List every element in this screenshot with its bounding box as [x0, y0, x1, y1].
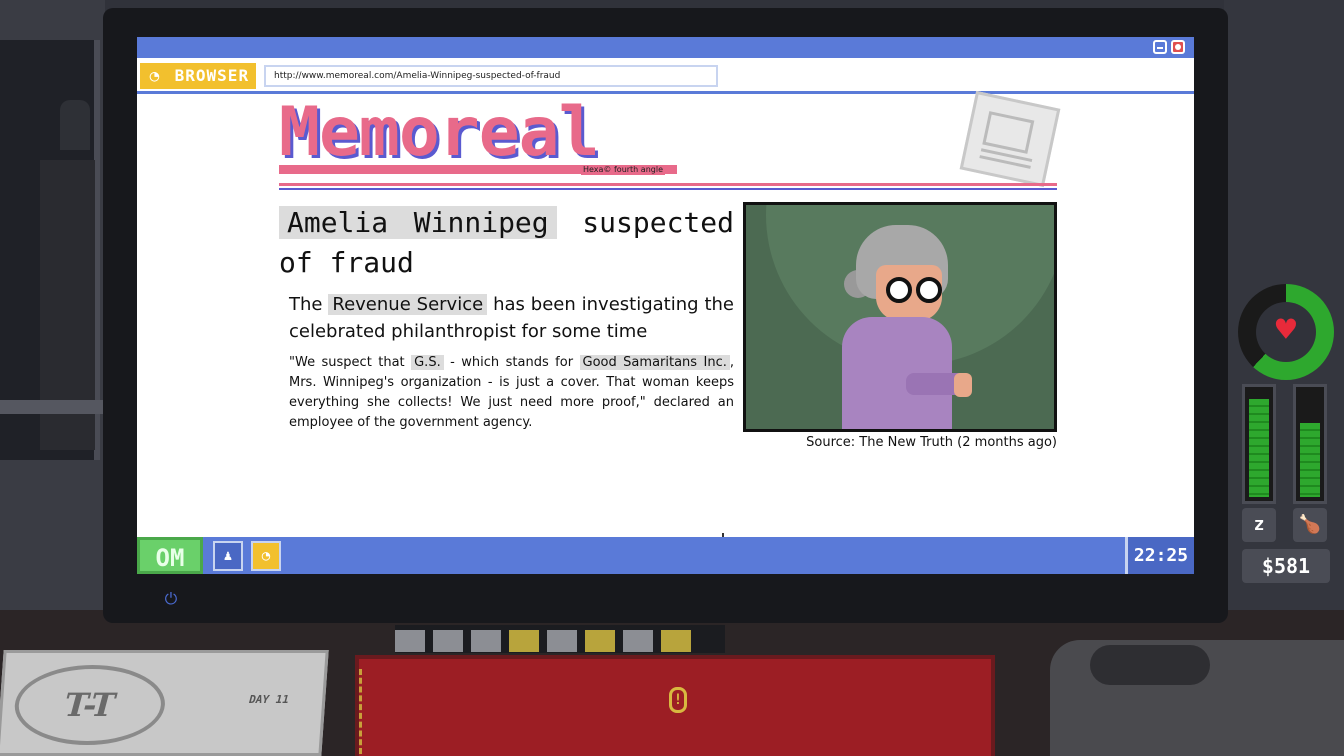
sleep-icon: z [1242, 508, 1276, 542]
money-display: $581 [1242, 549, 1330, 583]
close-button[interactable] [1171, 40, 1185, 54]
quote-part-2: - which stands for [450, 355, 574, 370]
newspaper-logo: T-T [12, 665, 168, 745]
power-icon[interactable]: ⏻ [160, 588, 182, 610]
notebook[interactable]: ! [355, 655, 995, 756]
quote-part-1: "We suspect that [289, 355, 405, 370]
subhead-pre: The [289, 294, 323, 315]
newspaper-on-desk[interactable]: T-T DAY 11 [0, 650, 329, 756]
photo-caption: Source: The New Truth (2 months ago) [806, 435, 1057, 450]
article-subhead: The Revenue Service has been investigati… [289, 291, 734, 345]
article-quote: "We suspect that G.S. - which stands for… [289, 353, 734, 433]
article-headline: Amelia Winnipeg suspected of fraud [279, 203, 734, 283]
divider-pink [279, 183, 1057, 186]
url-field[interactable]: http://www.memoreal.com/Amelia-Winnipeg-… [264, 65, 718, 87]
heart-icon: ♥ [1275, 310, 1297, 350]
telephone[interactable] [1050, 640, 1344, 756]
start-button[interactable]: OM [137, 537, 203, 574]
quote-highlight-org[interactable]: Good Samaritans Inc. [579, 355, 730, 370]
browser-tab[interactable]: ◔ BROWSER [140, 63, 256, 89]
divider-blue [279, 188, 1057, 190]
day-label: DAY 11 [248, 693, 290, 706]
keyboard-keys [395, 630, 691, 652]
article-page: Memoreal Hexa© fourth angle Amelia Winni… [137, 90, 1194, 553]
newspaper-icon [959, 90, 1061, 188]
taskbar-browser-icon[interactable]: ◔ [251, 541, 281, 571]
headline-highlight[interactable]: Amelia Winnipeg [279, 206, 557, 239]
old-woman-portrait [836, 225, 976, 429]
computer-screen: ◔ BROWSER http://www.memoreal.com/Amelia… [137, 37, 1194, 574]
water-tower [60, 100, 90, 150]
window-titlebar [137, 37, 1194, 58]
minimize-button[interactable] [1153, 40, 1167, 54]
alert-icon: ! [669, 687, 687, 713]
address-bar: ◔ BROWSER http://www.memoreal.com/Amelia… [137, 58, 1194, 94]
window-sill [0, 400, 105, 414]
subhead-highlight[interactable]: Revenue Service [328, 294, 488, 315]
food-meter [1293, 384, 1327, 504]
masthead-tagline: Hexa© fourth angle [581, 165, 665, 175]
food-icon: 🍗 [1293, 508, 1327, 542]
sleep-meter [1242, 384, 1276, 504]
browser-tab-label: BROWSER [174, 66, 250, 85]
room-window [0, 40, 100, 460]
phone-handset [1090, 645, 1210, 685]
taskbar: OM ♟ ◔ 22:25 [137, 537, 1194, 574]
notebook-rings [359, 669, 371, 754]
browser-icon: ◔ [149, 66, 161, 85]
article-photo [743, 202, 1057, 432]
site-masthead: Memoreal [279, 93, 600, 172]
taskbar-clock: 22:25 [1125, 537, 1194, 574]
taskbar-app-icon[interactable]: ♟ [213, 541, 243, 571]
quote-highlight-gs[interactable]: G.S. [411, 355, 444, 370]
